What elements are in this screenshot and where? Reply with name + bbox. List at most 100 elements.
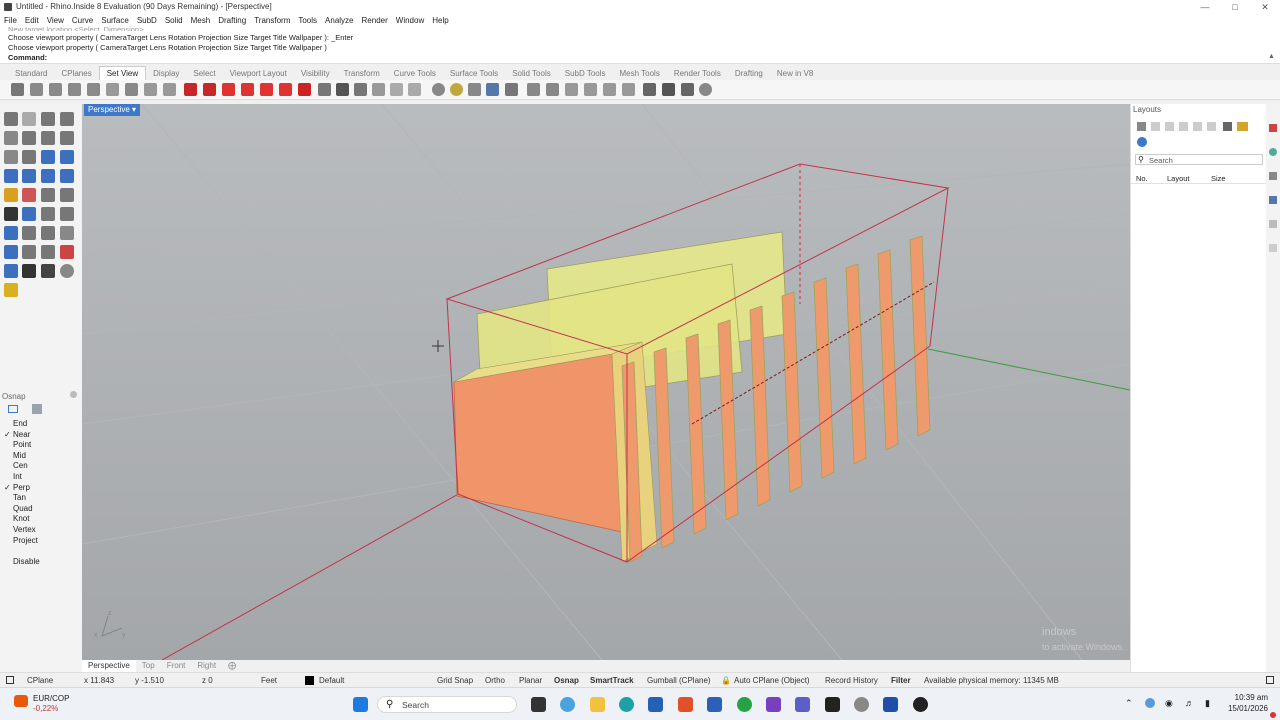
tab-mesh-tools[interactable]: Mesh Tools: [613, 67, 667, 81]
clock-date[interactable]: 15/01/2026: [1226, 704, 1268, 713]
column-layout[interactable]: Layout: [1167, 174, 1190, 183]
trim-icon[interactable]: [22, 188, 36, 202]
tab-render-tools[interactable]: Render Tools: [667, 67, 728, 81]
stock-ticker[interactable]: EUR/COP: [33, 694, 69, 703]
tab-right[interactable]: Right: [191, 660, 222, 672]
set-camera-icon[interactable]: [203, 83, 216, 96]
tab-surface-tools[interactable]: Surface Tools: [443, 67, 505, 81]
tab-subd-tools[interactable]: SubD Tools: [558, 67, 613, 81]
box-icon[interactable]: [4, 169, 18, 183]
tab-curve-tools[interactable]: Curve Tools: [387, 67, 443, 81]
block-icon[interactable]: [60, 245, 74, 259]
pan-icon[interactable]: [11, 83, 24, 96]
gumball-toggle[interactable]: Gumball (CPlane): [647, 676, 711, 685]
planar-toggle[interactable]: Planar: [519, 676, 542, 685]
column-size[interactable]: Size: [1211, 174, 1226, 183]
viewport-title[interactable]: Perspective ▾: [84, 104, 141, 116]
chevron-up-icon[interactable]: ⌃: [1125, 698, 1133, 709]
layouts-tab-icon[interactable]: [1269, 220, 1277, 228]
move-icon[interactable]: [4, 226, 18, 240]
rectangle-icon[interactable]: [60, 131, 74, 145]
osnap-settings-icon[interactable]: [8, 405, 18, 413]
menu-render[interactable]: Render: [358, 14, 392, 27]
arrow-set-icon[interactable]: [584, 83, 597, 96]
teams-icon[interactable]: [795, 697, 810, 712]
menu-window[interactable]: Window: [392, 14, 428, 27]
sphere-icon[interactable]: [22, 169, 36, 183]
zoom-window-icon[interactable]: [87, 83, 100, 96]
help-icon[interactable]: [1137, 137, 1147, 147]
tab-cplanes[interactable]: CPlanes: [54, 67, 98, 81]
new-layout-icon[interactable]: [1137, 122, 1146, 131]
front-view-icon[interactable]: [241, 83, 254, 96]
cloud-icon[interactable]: [1145, 698, 1155, 708]
render-tab-icon[interactable]: [1269, 148, 1277, 156]
walkabout-icon[interactable]: [662, 83, 675, 96]
right-view-icon[interactable]: [260, 83, 273, 96]
axes-icon[interactable]: [546, 83, 559, 96]
tab-visibility[interactable]: Visibility: [294, 67, 337, 81]
zoom-icon[interactable]: [49, 83, 62, 96]
column-no[interactable]: No.: [1136, 174, 1148, 183]
menu-mesh[interactable]: Mesh: [187, 14, 215, 27]
layer-color-swatch[interactable]: [305, 676, 314, 685]
menu-drafting[interactable]: Drafting: [214, 14, 250, 27]
record-history-toggle[interactable]: Record History: [825, 676, 878, 685]
zoom-in-icon[interactable]: [163, 83, 176, 96]
two-point-perspective-icon[interactable]: [354, 83, 367, 96]
tab-solid-tools[interactable]: Solid Tools: [505, 67, 558, 81]
brave-icon[interactable]: [678, 697, 693, 712]
search-input[interactable]: ⚲ Search: [1135, 154, 1263, 165]
menu-help[interactable]: Help: [428, 14, 452, 27]
osnap-knot[interactable]: Knot: [4, 513, 29, 524]
menu-analyze[interactable]: Analyze: [321, 14, 357, 27]
view-cube-icon[interactable]: [486, 83, 499, 96]
material-ball-icon[interactable]: [60, 264, 74, 278]
zoom-selected-icon[interactable]: [106, 83, 119, 96]
tab-perspective[interactable]: Perspective: [82, 660, 136, 672]
osnap-end[interactable]: End: [4, 418, 27, 429]
command-scroll-icon[interactable]: ▲: [1268, 53, 1275, 60]
align-view-icon[interactable]: [505, 83, 518, 96]
units-label[interactable]: Feet: [261, 676, 277, 685]
arc-icon[interactable]: [41, 131, 55, 145]
menu-tools[interactable]: Tools: [294, 14, 321, 27]
named-view-icon[interactable]: [184, 83, 197, 96]
cplane-icon[interactable]: [527, 83, 540, 96]
clock-time[interactable]: 10:39 am: [1232, 693, 1268, 702]
offset-icon[interactable]: [22, 207, 36, 221]
osnap-cen[interactable]: Cen: [4, 460, 28, 471]
target-icon[interactable]: [450, 83, 463, 96]
volume-icon[interactable]: ♬: [1185, 698, 1194, 708]
rotate-icon[interactable]: [41, 226, 55, 240]
menu-solid[interactable]: Solid: [161, 14, 187, 27]
tab-standard[interactable]: Standard: [8, 67, 54, 81]
settings-round-icon[interactable]: [699, 83, 712, 96]
mirror-view-icon[interactable]: [622, 83, 635, 96]
osnap-point[interactable]: Point: [4, 439, 31, 450]
command-prompt[interactable]: Command:: [8, 53, 47, 62]
undo-view-icon[interactable]: [125, 83, 138, 96]
filter-icon[interactable]: [32, 404, 42, 414]
stocks-widget-icon[interactable]: [14, 695, 28, 707]
split-icon[interactable]: [41, 188, 55, 202]
lens-icon[interactable]: [390, 83, 403, 96]
circle-icon[interactable]: [4, 131, 18, 145]
taskbar-search-input[interactable]: ⚲ Search: [377, 696, 517, 713]
settings-gear-icon[interactable]: [854, 697, 869, 712]
current-layer[interactable]: Default: [319, 676, 344, 685]
delete-layout-icon[interactable]: [1165, 122, 1174, 131]
menu-transform[interactable]: Transform: [250, 14, 294, 27]
point-icon[interactable]: [22, 112, 36, 126]
properties-tab-icon[interactable]: [1269, 124, 1277, 132]
file-explorer-icon[interactable]: [590, 697, 605, 712]
curve-icon[interactable]: [60, 112, 74, 126]
top-view-icon[interactable]: [222, 83, 235, 96]
edge-icon[interactable]: [619, 697, 634, 712]
revit-icon[interactable]: [883, 697, 898, 712]
cplane-label[interactable]: CPlane: [27, 676, 53, 685]
parallel-view-icon[interactable]: [372, 83, 385, 96]
scale-icon[interactable]: [60, 226, 74, 240]
grid-snap-toggle[interactable]: Grid Snap: [437, 676, 473, 685]
join-icon[interactable]: [60, 188, 74, 202]
